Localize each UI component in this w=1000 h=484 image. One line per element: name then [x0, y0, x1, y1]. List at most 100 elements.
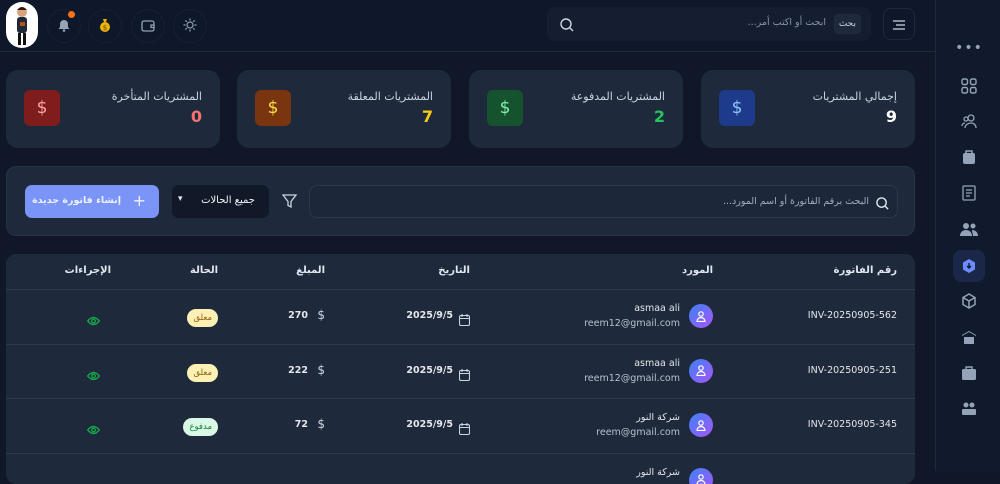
table-row: شركة النور: [6, 453, 915, 484]
search-icon: [876, 195, 889, 214]
invoice-date: 2025/9/5: [406, 310, 453, 321]
users-icon[interactable]: [953, 105, 985, 137]
header-status: الحالة: [190, 265, 218, 276]
invoice-search-input[interactable]: البحث برقم الفاتورة أو اسم المورد...: [309, 185, 898, 218]
wallet-button[interactable]: [131, 9, 165, 43]
stat-value: 0: [191, 107, 202, 126]
wallet-icon: [141, 17, 155, 36]
invoice-number[interactable]: INV-20250905-562: [808, 310, 897, 321]
stat-value: 9: [886, 107, 897, 126]
supplier-name: asmaa ali: [634, 303, 680, 314]
view-eye-icon[interactable]: [87, 311, 100, 330]
invoice-number[interactable]: INV-20250905-251: [808, 365, 897, 376]
supplier-email: reem12@gmail.com: [584, 373, 680, 384]
dollar-icon: $: [487, 90, 523, 126]
top-header: $ بحث ابحث أو اكتب أمر...: [0, 0, 935, 52]
table-row: INV-20250905-251 asmaa ali reem12@gmail.…: [6, 344, 915, 399]
invoices-table: رقم الفاتورة المورد التاريخ المبلغ الحال…: [6, 254, 915, 484]
briefcase-icon[interactable]: [953, 357, 985, 389]
status-badge: معلق: [187, 364, 218, 382]
status-select[interactable]: جميع الحالات ▾: [172, 185, 269, 218]
supplier-avatar: [689, 413, 713, 437]
team-icon[interactable]: [953, 213, 985, 245]
search-shortcut-badge: بحث: [834, 14, 861, 34]
chevron-down-icon: ▾: [178, 194, 183, 204]
supplier-email: reem12@gmail.com: [584, 318, 680, 329]
stat-card-paid: المشتريات المدفوعة 2 $: [469, 70, 683, 148]
table-row: INV-20250905-345 شركة النور reem@gmail.c…: [6, 398, 915, 453]
supplier-avatar: [689, 468, 713, 484]
stat-label: المشتريات المتأخرة: [112, 90, 202, 103]
invoice-icon[interactable]: [953, 177, 985, 209]
menu-toggle-button[interactable]: [883, 8, 915, 40]
header-amount: المبلغ: [296, 265, 325, 276]
supplier-avatar: [689, 359, 713, 383]
dollar-icon: $: [317, 417, 325, 431]
stat-card-overdue: المشتريات المتأخرة 0 $: [6, 70, 220, 148]
stat-card-total: إجمالي المشتريات 9 $: [701, 70, 915, 148]
menu-icon: [893, 15, 905, 34]
stat-label: إجمالي المشتريات: [813, 90, 897, 103]
purchases-icon[interactable]: [953, 250, 985, 282]
svg-text:$: $: [103, 24, 107, 32]
stat-label: المشتريات المدفوعة: [571, 90, 665, 103]
warehouse-icon[interactable]: [953, 321, 985, 353]
search-placeholder: البحث برقم الفاتورة أو اسم المورد...: [723, 196, 869, 207]
view-eye-icon[interactable]: [87, 366, 100, 385]
supplier-email: reem@gmail.com: [596, 427, 680, 438]
supplier-name: asmaa ali: [634, 358, 680, 369]
create-invoice-button[interactable]: + إنشاء فاتورة جديدة: [25, 185, 159, 218]
stat-value: 7: [422, 107, 433, 126]
calendar-icon: [459, 420, 470, 439]
header-invoice: رقم الفاتورة: [834, 265, 897, 276]
notification-dot: [68, 11, 75, 18]
supplier-name: شركة النور: [636, 467, 680, 478]
dollar-icon: $: [24, 90, 60, 126]
dollar-icon: $: [317, 308, 325, 322]
sidebar: •••: [935, 0, 1000, 471]
invoice-date: 2025/9/5: [406, 365, 453, 376]
dollar-icon: $: [317, 363, 325, 377]
dollar-icon: $: [255, 90, 291, 126]
plus-icon: +: [133, 191, 146, 210]
calendar-icon: [459, 311, 470, 330]
invoice-date: 2025/9/5: [406, 419, 453, 430]
header-supplier: المورد: [682, 265, 713, 276]
stat-label: المشتريات المعلقة: [348, 90, 433, 103]
notifications-button[interactable]: [47, 9, 81, 43]
supplier-name: شركة النور: [636, 412, 680, 423]
stat-card-pending: المشتريات المعلقة 7 $: [237, 70, 451, 148]
search-icon: [560, 17, 574, 36]
bell-icon: [58, 17, 70, 36]
status-badge: معلق: [187, 309, 218, 327]
header-actions: الإجراءات: [65, 265, 111, 276]
employees-icon[interactable]: [953, 393, 985, 425]
create-invoice-label: إنشاء فاتورة جديدة: [32, 195, 121, 206]
bag-icon[interactable]: [953, 141, 985, 173]
dollar-icon: $: [719, 90, 755, 126]
filter-bar: البحث برقم الفاتورة أو اسم المورد... جمي…: [6, 166, 915, 236]
global-search[interactable]: بحث ابحث أو اكتب أمر...: [547, 7, 871, 41]
user-avatar[interactable]: [6, 2, 38, 48]
sun-icon: [183, 17, 197, 36]
dashboard-icon[interactable]: [953, 70, 985, 102]
supplier-avatar: [689, 304, 713, 328]
money-bag-icon: $: [99, 17, 111, 36]
view-eye-icon[interactable]: [87, 420, 100, 439]
box-icon[interactable]: [953, 285, 985, 317]
more-icon[interactable]: •••: [953, 32, 985, 64]
stat-value: 2: [654, 107, 665, 126]
invoice-amount: 222: [288, 365, 308, 376]
status-badge: مدفوع: [183, 418, 218, 436]
money-bag-button[interactable]: $: [88, 9, 122, 43]
search-placeholder: ابحث أو اكتب أمر...: [748, 17, 826, 28]
invoice-amount: 270: [288, 310, 308, 321]
invoice-number[interactable]: INV-20250905-345: [808, 419, 897, 430]
status-select-value: جميع الحالات: [201, 195, 255, 206]
filter-icon[interactable]: [282, 194, 297, 213]
table-row: INV-20250905-562 asmaa ali reem12@gmail.…: [6, 289, 915, 344]
invoice-amount: 72: [295, 419, 308, 430]
header-date: التاريخ: [438, 265, 470, 276]
calendar-icon: [459, 366, 470, 385]
theme-toggle-button[interactable]: [173, 9, 207, 43]
